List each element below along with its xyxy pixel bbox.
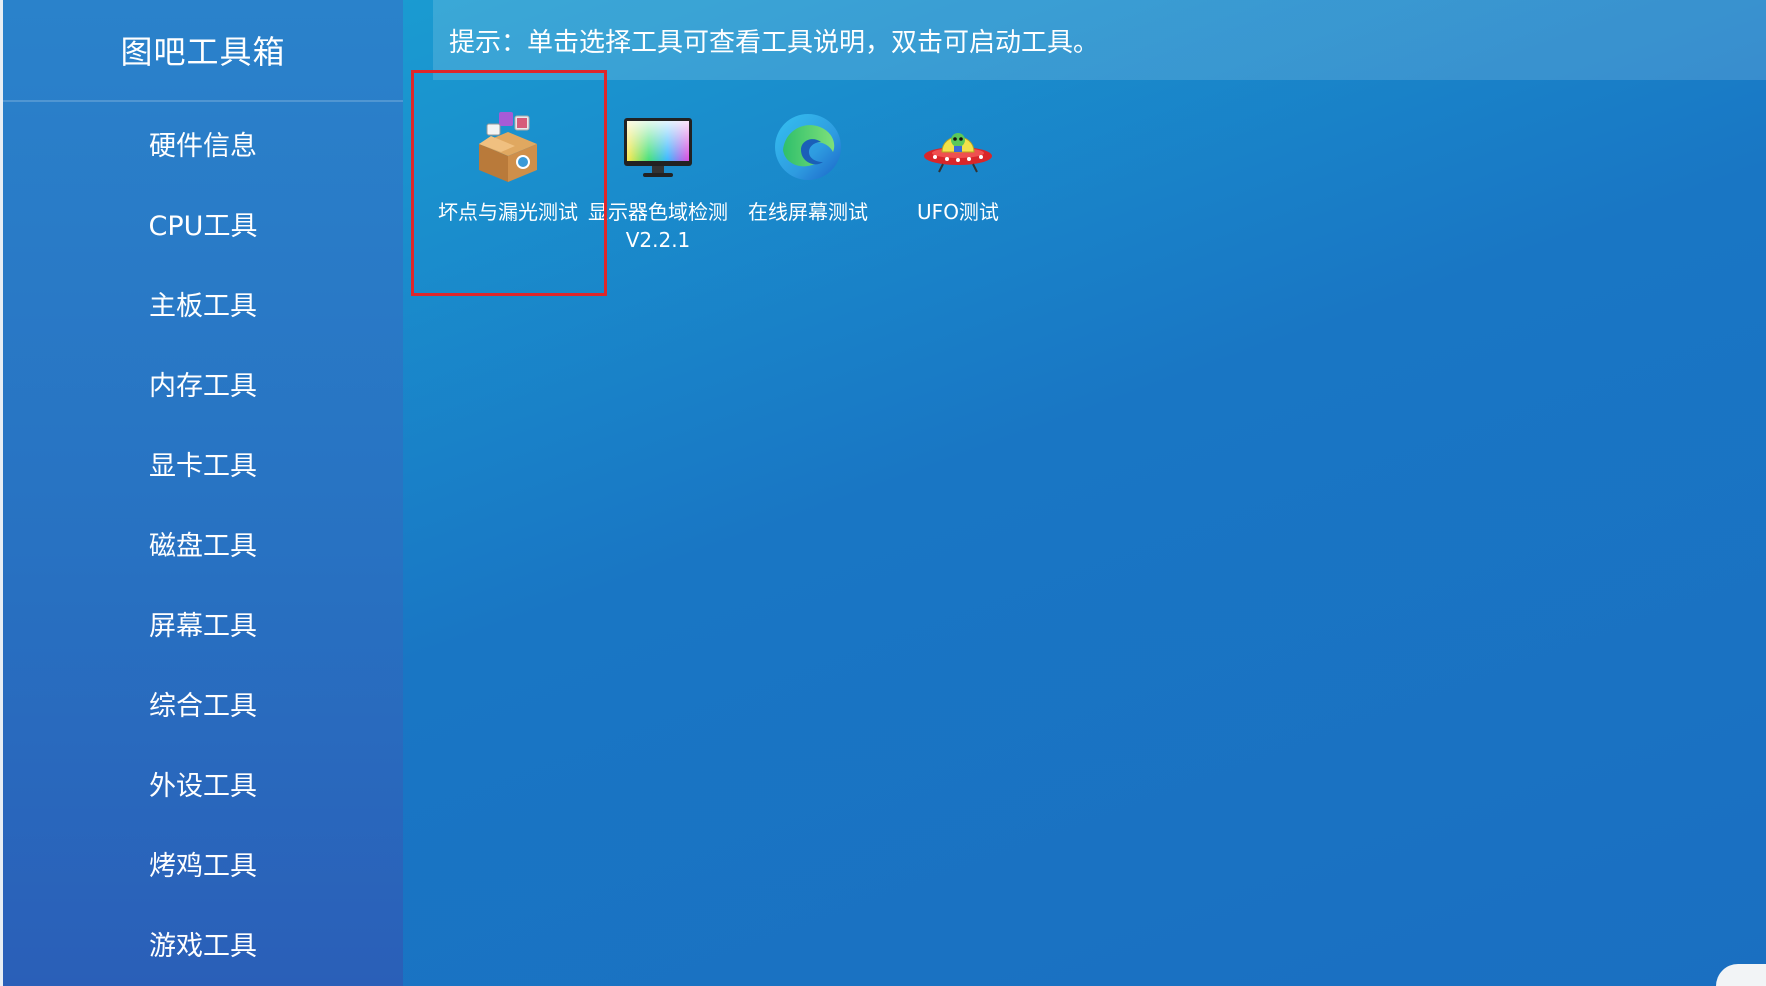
tool-dead-pixel-test[interactable]: 坏点与漏光测试 xyxy=(433,110,583,226)
sidebar-item-memory-tools[interactable]: 内存工具 xyxy=(3,343,403,423)
tool-label: 在线屏幕测试 xyxy=(748,200,868,224)
main-panel: 提示：单击选择工具可查看工具说明，双击可启动工具。 坏点与漏光测试 显示器色域检… xyxy=(403,0,1766,986)
tool-gamut-test[interactable]: 显示器色域检测V2.2.1 xyxy=(583,110,733,254)
package-box-icon xyxy=(479,112,537,182)
sidebar-item-peripheral-tools[interactable]: 外设工具 xyxy=(3,743,403,823)
sidebar-item-hardware-info[interactable]: 硬件信息 xyxy=(3,103,403,183)
sidebar-item-stress-tools[interactable]: 烤鸡工具 xyxy=(3,823,403,903)
sidebar-item-general-tools[interactable]: 综合工具 xyxy=(3,663,403,743)
tool-ufo-test[interactable]: UFO测试 xyxy=(883,110,1033,226)
sidebar-item-disk-tools[interactable]: 磁盘工具 xyxy=(3,503,403,583)
sidebar-item-cpu-tools[interactable]: CPU工具 xyxy=(3,183,403,263)
tool-online-screen-test[interactable]: 在线屏幕测试 xyxy=(733,110,883,226)
tool-label: UFO测试 xyxy=(917,200,999,224)
edge-browser-icon xyxy=(775,114,841,180)
ufo-icon xyxy=(924,133,992,173)
sidebar-item-motherboard-tools[interactable]: 主板工具 xyxy=(3,263,403,343)
app-title: 图吧工具箱 xyxy=(3,0,403,102)
sidebar-item-gpu-tools[interactable]: 显卡工具 xyxy=(3,423,403,503)
tool-label: 坏点与漏光测试 xyxy=(438,200,578,224)
sidebar: 图吧工具箱 硬件信息 CPU工具 主板工具 内存工具 显卡工具 磁盘工具 屏幕工… xyxy=(3,0,403,986)
app-window: 图吧工具箱 硬件信息 CPU工具 主板工具 内存工具 显卡工具 磁盘工具 屏幕工… xyxy=(0,0,1766,986)
color-monitor-icon xyxy=(624,118,692,177)
sidebar-item-screen-tools[interactable]: 屏幕工具 xyxy=(3,583,403,663)
tool-grid: 坏点与漏光测试 显示器色域检测V2.2.1 在线屏幕测试 UFO测试 xyxy=(433,110,1133,310)
sidebar-menu: 硬件信息 CPU工具 主板工具 内存工具 显卡工具 磁盘工具 屏幕工具 综合工具… xyxy=(3,103,403,983)
tool-label: 显示器色域检测V2.2.1 xyxy=(588,200,728,252)
sidebar-item-game-tools[interactable]: 游戏工具 xyxy=(3,903,403,983)
tip-bar: 提示：单击选择工具可查看工具说明，双击可启动工具。 xyxy=(433,0,1766,80)
tip-text: 提示：单击选择工具可查看工具说明，双击可启动工具。 xyxy=(449,27,1100,58)
